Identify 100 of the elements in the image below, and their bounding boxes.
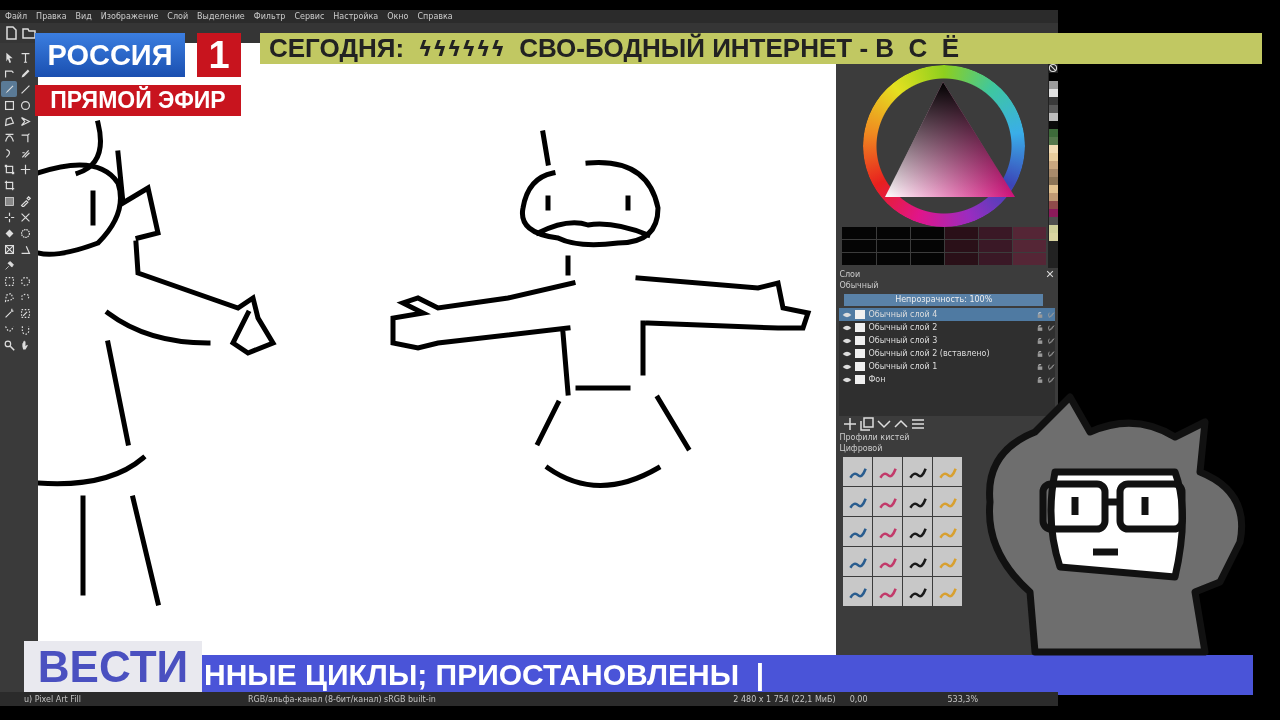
brush-preset-icon[interactable]: [933, 517, 963, 546]
polygon-icon: [3, 115, 15, 127]
lightning-symbols: ϟϟϟϟϟϟ: [418, 36, 506, 61]
brush-preset-icon[interactable]: [873, 577, 903, 606]
eyedropper-icon: [19, 195, 31, 207]
rectangle-select-icon: [3, 275, 15, 287]
menu-item[interactable]: Сервис: [294, 12, 325, 21]
brush-preset-icon[interactable]: [873, 457, 903, 486]
close-icon[interactable]: [1045, 269, 1055, 279]
color-swatch[interactable]: [1048, 169, 1058, 177]
magic-wand-icon: [3, 307, 15, 319]
brush-preset-icon[interactable]: [843, 517, 873, 546]
polyline-icon: [19, 115, 31, 127]
brush-preset-label: u) Pixel Art Fill: [24, 694, 82, 704]
color-swatch[interactable]: [1048, 113, 1058, 121]
alpha-icon[interactable]: [1047, 362, 1055, 371]
menu-item[interactable]: Справка: [417, 12, 453, 21]
color-swatch[interactable]: [1048, 185, 1058, 193]
lock-icon[interactable]: [1036, 362, 1044, 371]
layer-thumbnail: [855, 323, 866, 332]
opacity-slider[interactable]: Непрозрачность: 100%: [844, 294, 1043, 306]
brush-preset-icon[interactable]: [933, 487, 963, 516]
color-swatch[interactable]: [1048, 193, 1058, 201]
brush-preset-icon[interactable]: [903, 517, 933, 546]
sparkle-icon: [3, 211, 15, 223]
alpha-icon[interactable]: [1047, 323, 1055, 332]
folder-icon[interactable]: [22, 26, 36, 40]
brush-preset-icon[interactable]: [933, 547, 963, 576]
brush-preset-icon[interactable]: [843, 577, 873, 606]
color-swatch[interactable]: [1048, 161, 1058, 169]
new-document-icon[interactable]: [4, 26, 18, 40]
alpha-icon[interactable]: [1047, 375, 1055, 384]
layer-name[interactable]: Обычный слой 2 (вставлено): [868, 349, 1033, 358]
properties-icon[interactable]: [911, 417, 926, 431]
color-swatch[interactable]: [1048, 129, 1058, 137]
color-swatch[interactable]: [1048, 137, 1058, 145]
panel-title: Слои: [839, 269, 861, 279]
layer-name[interactable]: Обычный слой 1: [868, 362, 1033, 371]
brush-preset-icon[interactable]: [843, 487, 873, 516]
menu-item[interactable]: Окно: [387, 12, 409, 21]
brush-preset-icon[interactable]: [903, 457, 933, 486]
brush-preset-icon[interactable]: [903, 547, 933, 576]
menu-item[interactable]: Файл: [5, 12, 28, 21]
brush-preset-icon[interactable]: [933, 577, 963, 606]
color-swatch[interactable]: [1048, 121, 1058, 129]
color-swatch[interactable]: [1048, 81, 1058, 89]
brush-preset-icon[interactable]: [903, 577, 933, 606]
color-space-label: RGB/альфа-канал (8-бит/канал) sRGB built-in: [248, 694, 437, 704]
plus-icon[interactable]: [843, 417, 858, 431]
brush-preset-icon[interactable]: [873, 517, 903, 546]
blend-mode-dropdown[interactable]: Обычный: [839, 280, 879, 292]
color-swatch[interactable]: [1048, 89, 1058, 97]
layer-name[interactable]: Обычный слой 3: [868, 336, 1033, 345]
brush-preset-icon[interactable]: [873, 487, 903, 516]
line-icon: [19, 83, 31, 95]
menu-item[interactable]: Настройка: [333, 12, 379, 21]
tag-dropdown[interactable]: Цифровой: [839, 443, 883, 455]
layer-name[interactable]: Обычный слой 2: [868, 323, 1033, 332]
lock-icon[interactable]: [1036, 375, 1044, 384]
color-swatch[interactable]: [1048, 209, 1058, 217]
chevron-down-icon[interactable]: [877, 417, 892, 431]
color-swatch[interactable]: [1048, 201, 1058, 209]
color-history-grid[interactable]: [842, 227, 1047, 265]
brush-preset-icon[interactable]: [903, 487, 933, 516]
brush-preset-icon[interactable]: [843, 547, 873, 576]
color-swatch[interactable]: [1048, 153, 1058, 161]
lock-icon[interactable]: [1036, 349, 1044, 358]
live-badge: ПРЯМОЙ ЭФИР: [35, 85, 241, 116]
color-swatch[interactable]: [1048, 177, 1058, 185]
lock-icon[interactable]: [1036, 336, 1044, 345]
menu-item[interactable]: Фильтр: [253, 12, 286, 21]
alpha-icon[interactable]: [1047, 336, 1055, 345]
brush-preset-icon[interactable]: [873, 547, 903, 576]
pin-icon: [3, 259, 15, 271]
panel-title: Профили кистей: [839, 432, 911, 443]
menu-item[interactable]: Изображение: [100, 12, 159, 21]
brush-preset-icon[interactable]: [843, 457, 873, 486]
duplicate-icon[interactable]: [860, 417, 875, 431]
menu-item[interactable]: Вид: [75, 12, 92, 21]
alpha-icon[interactable]: [1047, 349, 1055, 358]
color-swatch[interactable]: [1048, 225, 1058, 233]
layer-thumbnail: [855, 336, 866, 345]
layer-thumbnail: [855, 362, 866, 371]
color-swatch[interactable]: [1048, 233, 1058, 241]
menu-item[interactable]: Правка: [36, 12, 67, 21]
headline-label: СЕГОДНЯ:: [269, 33, 405, 64]
color-swatch[interactable]: [1048, 217, 1058, 225]
node-edit-icon: [3, 67, 15, 79]
brush-preset-icon[interactable]: [933, 457, 963, 486]
layer-name[interactable]: Фон: [868, 375, 1033, 384]
color-swatch[interactable]: [1048, 105, 1058, 113]
no-color-icon[interactable]: [1048, 63, 1058, 73]
menu-item[interactable]: Слой: [167, 12, 189, 21]
menu-item[interactable]: Выделение: [197, 12, 245, 21]
lock-icon[interactable]: [1036, 323, 1044, 332]
color-swatch[interactable]: [1048, 145, 1058, 153]
color-swatch[interactable]: [1048, 73, 1058, 81]
color-swatch[interactable]: [1048, 97, 1058, 105]
transform-icon: [3, 163, 15, 175]
layer-list[interactable]: Обычный слой 4 Обычный слой 2 Обычный слой 3 Обычный слой 2 (вставлено) Обычный слой 1 Фон: [839, 308, 1055, 416]
